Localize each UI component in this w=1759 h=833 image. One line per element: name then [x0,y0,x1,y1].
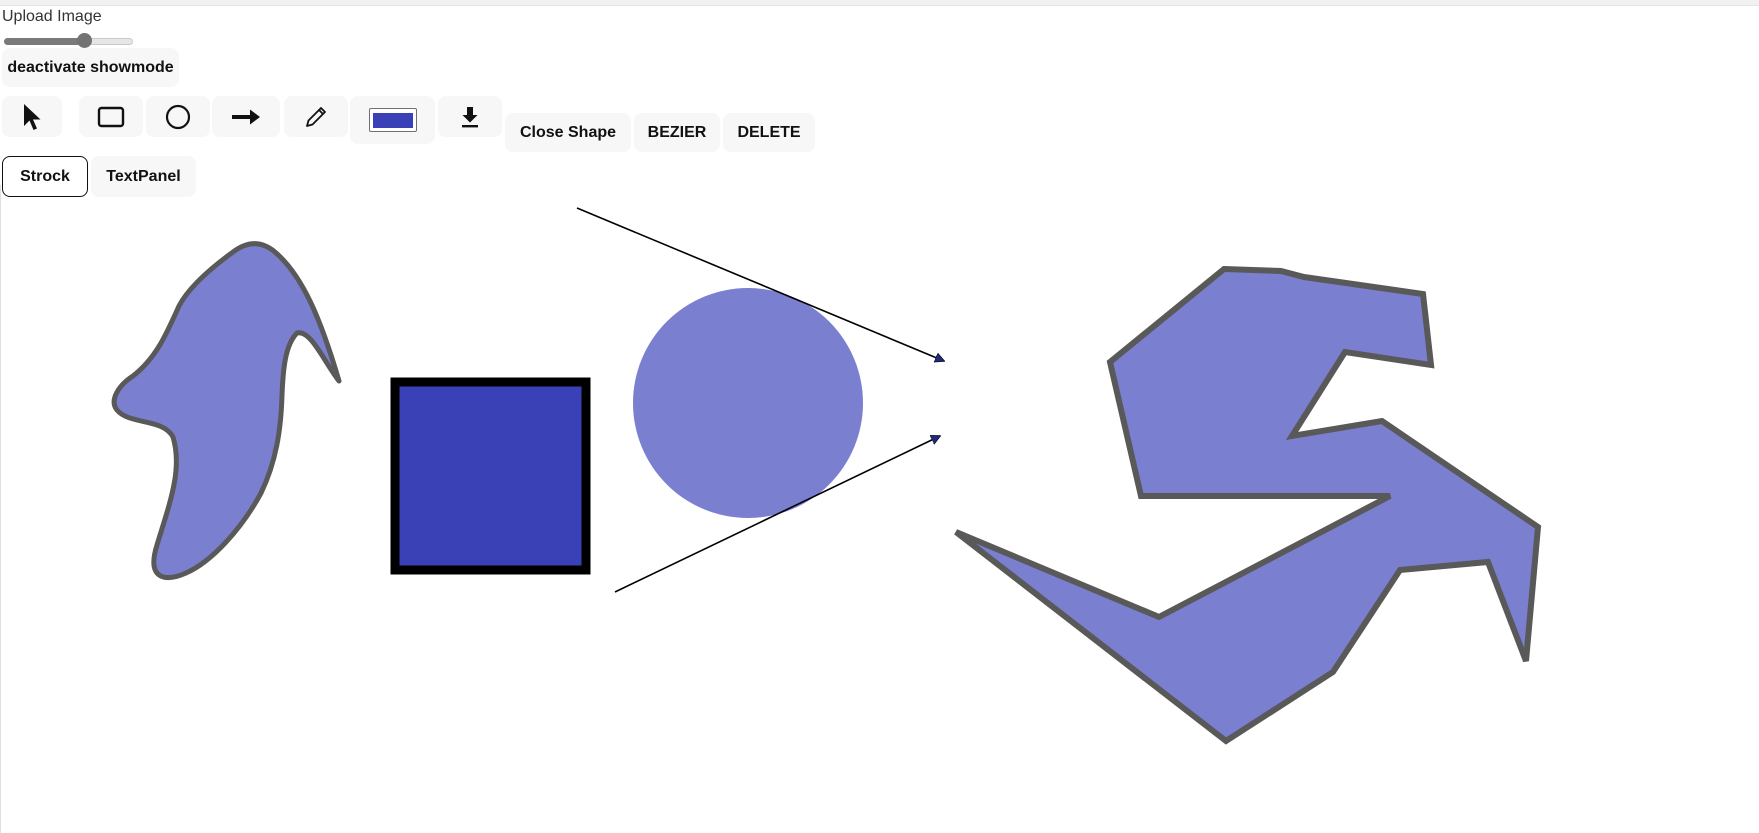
top-bar [0,0,1759,6]
upload-image-link[interactable]: Upload Image [2,8,102,26]
cursor-icon [21,102,43,132]
close-shape-button[interactable]: Close Shape [505,113,631,152]
polygon-shape[interactable] [954,265,1542,745]
freeform-shape[interactable] [111,241,342,581]
tab-textpanel-label: TextPanel [106,167,181,185]
zoom-slider-fill [4,38,84,45]
zoom-slider[interactable] [4,33,134,48]
circle-tool-button[interactable] [146,96,210,137]
deactivate-showmode-label: deactivate showmode [7,58,174,76]
pencil-icon [303,104,329,130]
delete-label: DELETE [737,123,801,141]
circle-icon [165,104,191,130]
color-swatch[interactable] [368,108,417,132]
delete-button[interactable]: DELETE [723,113,815,152]
deactivate-showmode-button[interactable]: deactivate showmode [2,48,179,87]
bezier-button[interactable]: BEZIER [634,113,720,152]
circle-shape[interactable] [633,288,863,518]
download-icon [459,104,481,130]
arrow-right-icon [230,107,262,127]
pencil-tool-button[interactable] [284,96,348,137]
arrow-tool-button[interactable] [212,96,280,137]
tab-strock-label: Strock [20,167,70,185]
zoom-slider-thumb[interactable] [77,33,92,48]
rectangle-tool-button[interactable] [79,96,143,137]
rectangle-icon [97,106,125,128]
download-button[interactable] [438,96,502,137]
color-swatch-fill [372,112,413,128]
select-tool-button[interactable] [2,96,62,137]
rectangle-shape[interactable] [390,377,591,575]
close-shape-label: Close Shape [519,123,617,141]
drawing-canvas[interactable] [0,185,1759,833]
color-picker-button[interactable] [350,96,435,144]
bezier-label: BEZIER [647,123,707,141]
